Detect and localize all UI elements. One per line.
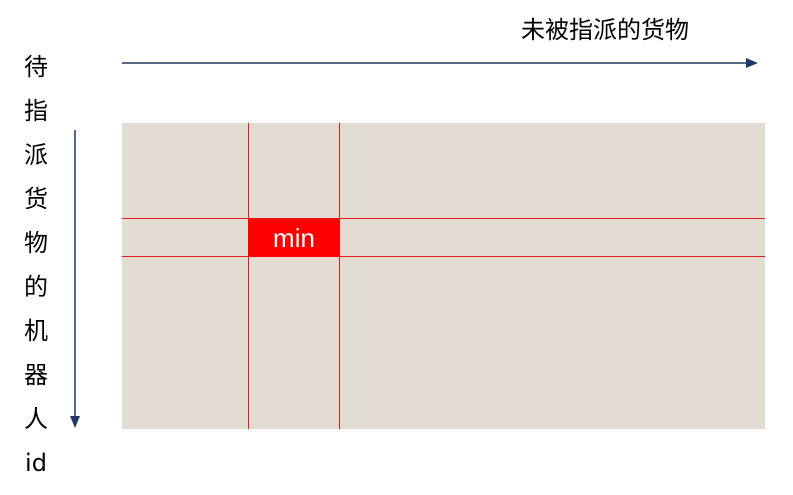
left-axis-char: 的 <box>24 273 48 301</box>
left-axis-char: 指 <box>24 97 48 125</box>
left-axis-char: 人 <box>24 405 48 433</box>
top-axis-arrow <box>122 58 758 68</box>
left-axis-char: 器 <box>24 361 48 389</box>
left-axis-char: id <box>25 449 47 477</box>
row-line <box>122 218 765 219</box>
left-axis-char: 物 <box>24 229 48 257</box>
left-axis-char: 待 <box>24 53 48 81</box>
left-axis-char: 机 <box>24 317 48 345</box>
column-line <box>339 123 340 429</box>
top-axis-label: 未被指派的货物 <box>521 16 689 44</box>
row-line <box>122 256 765 257</box>
left-axis-arrow <box>70 130 80 428</box>
left-axis-label: 待 指 派 货 物 的 机 器 人 id <box>18 55 54 495</box>
min-cell: min <box>248 219 340 257</box>
left-axis-char: 货 <box>24 185 48 213</box>
column-line <box>248 123 249 429</box>
cost-matrix: min <box>122 123 765 429</box>
left-axis-char: 派 <box>24 141 48 169</box>
